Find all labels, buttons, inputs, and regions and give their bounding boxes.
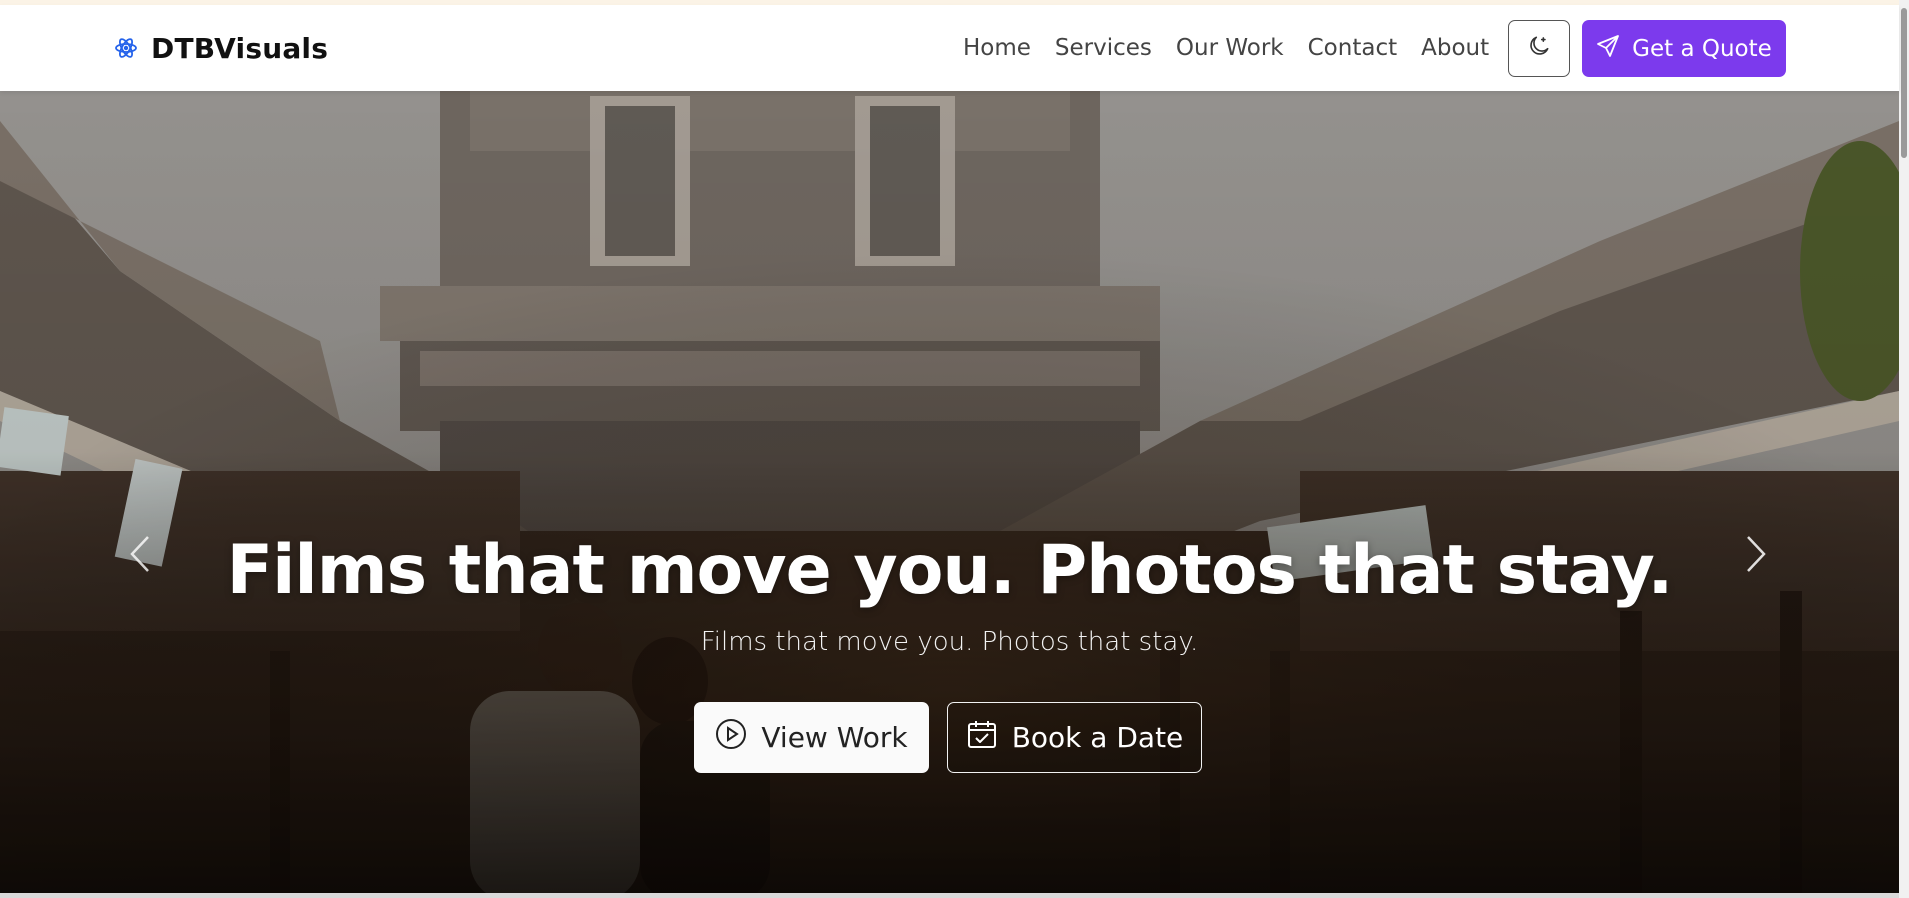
book-date-button[interactable]: Book a Date [947, 702, 1202, 773]
moon-icon [1526, 33, 1552, 64]
nav-links: Home Services Our Work Contact About [951, 5, 1501, 91]
hero-actions: View Work Book a Date [694, 702, 1202, 773]
get-quote-label: Get a Quote [1632, 35, 1772, 62]
brand-logo[interactable]: DTBVisuals [113, 5, 328, 91]
nav-link-about[interactable]: About [1409, 35, 1501, 61]
calendar-check-icon [966, 718, 998, 757]
send-icon [1596, 34, 1620, 64]
navbar: DTBVisuals Home Services Our Work Contac… [0, 5, 1899, 91]
brand-name: DTBVisuals [151, 31, 329, 65]
book-date-label: Book a Date [1011, 721, 1184, 754]
play-circle-icon [715, 718, 747, 757]
hero-carousel: Films that move you. Photos that stay. F… [0, 91, 1899, 893]
hero-title: Films that move you. Photos that stay. [226, 531, 1674, 610]
page: DTBVisuals Home Services Our Work Contac… [0, 0, 1909, 898]
nav-link-home[interactable]: Home [951, 35, 1043, 61]
get-quote-button[interactable]: Get a Quote [1582, 20, 1786, 77]
scrollbar-thumb[interactable] [1901, 8, 1907, 158]
view-work-label: View Work [761, 721, 908, 754]
nav-link-contact[interactable]: Contact [1296, 35, 1409, 61]
view-work-button[interactable]: View Work [694, 702, 929, 773]
hero-subtitle: Films that move you. Photos that stay. [700, 627, 1199, 657]
atom-icon [113, 35, 139, 61]
vertical-scrollbar[interactable] [1899, 0, 1909, 898]
nav-link-services[interactable]: Services [1043, 35, 1164, 61]
nav-link-our-work[interactable]: Our Work [1164, 35, 1296, 61]
page-bottom-edge [0, 893, 1899, 898]
theme-toggle-button[interactable] [1508, 20, 1570, 77]
